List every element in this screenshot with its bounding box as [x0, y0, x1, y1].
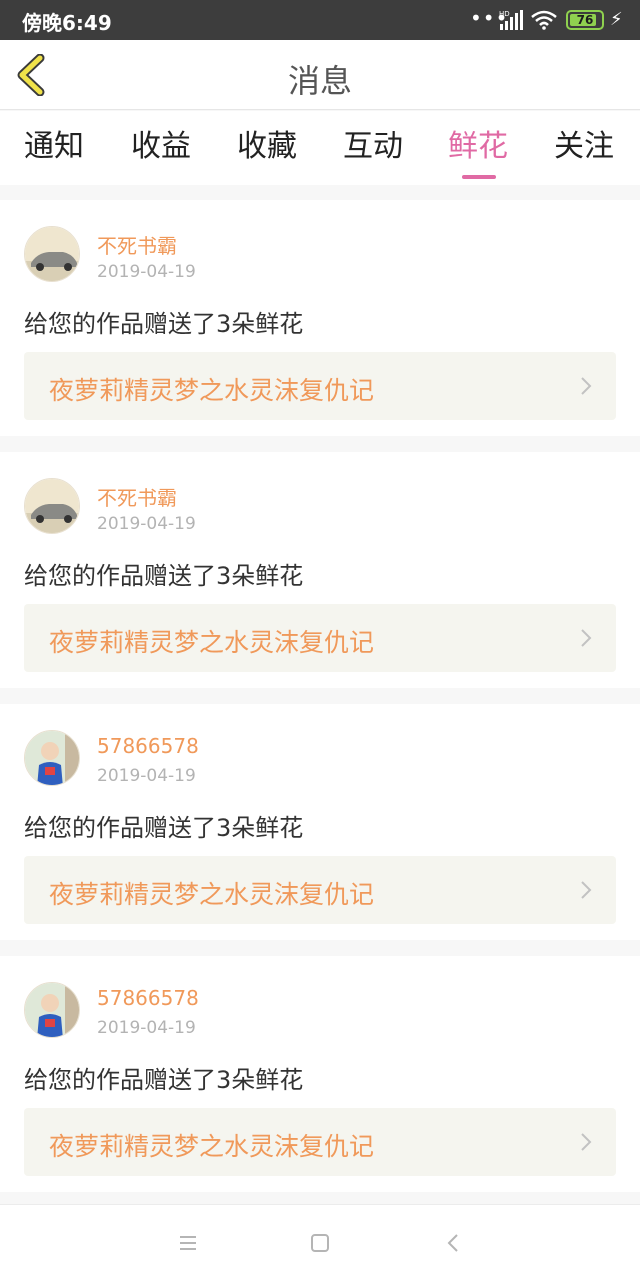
page-title: 消息 [287, 62, 352, 100]
chevron-right-icon [581, 629, 592, 647]
message-date: 2019-04-19 [97, 766, 196, 786]
work-title: 夜萝莉精灵梦之水灵沫复仇记 [49, 376, 375, 405]
list-item: 57866578 2019-04-19 给您的作品赠送了3朵鲜花 夜萝莉精灵梦之… [0, 956, 640, 1192]
top-bar: 消息 [0, 40, 640, 110]
avatar[interactable] [24, 226, 80, 282]
work-link[interactable]: 夜萝莉精灵梦之水灵沫复仇记 [24, 856, 616, 924]
tab-favorites[interactable]: 收藏 [227, 121, 307, 165]
message-date: 2019-04-19 [97, 514, 196, 534]
message-text: 给您的作品赠送了3朵鲜花 [24, 310, 304, 338]
car-avatar-icon [25, 479, 79, 533]
tab-flowers[interactable]: 鲜花 [438, 121, 518, 179]
chevron-right-icon [581, 377, 592, 395]
wifi-icon [531, 10, 557, 30]
avatar[interactable] [24, 478, 80, 534]
avatar[interactable] [24, 730, 80, 786]
home-square-icon[interactable] [308, 1231, 332, 1255]
username[interactable]: 57866578 [97, 734, 199, 758]
work-title: 夜萝莉精灵梦之水灵沫复仇记 [49, 1132, 375, 1161]
username[interactable]: 不死书霸 [97, 482, 177, 511]
status-time: 傍晚6:49 [22, 11, 112, 35]
tab-interaction[interactable]: 互动 [333, 121, 413, 165]
tab-follow[interactable]: 关注 [544, 121, 624, 165]
car-avatar-icon [25, 227, 79, 281]
list-item: 不死书霸 2019-04-19 给您的作品赠送了3朵鲜花 夜萝莉精灵梦之水灵沫复… [0, 200, 640, 436]
battery-icon: 76 [566, 10, 604, 30]
child-avatar-icon [25, 983, 79, 1037]
work-link[interactable]: 夜萝莉精灵梦之水灵沫复仇记 [24, 604, 616, 672]
message-date: 2019-04-19 [97, 262, 196, 282]
child-avatar-icon [25, 731, 79, 785]
list-item: 57866578 2019-04-19 给您的作品赠送了3朵鲜花 夜萝莉精灵梦之… [0, 704, 640, 940]
tab-notify[interactable]: 通知 [14, 121, 94, 165]
tab-flowers-label: 鲜花 [448, 129, 508, 164]
work-link[interactable]: 夜萝莉精灵梦之水灵沫复仇记 [24, 352, 616, 420]
list-item: 不死书霸 2019-04-19 给您的作品赠送了3朵鲜花 夜萝莉精灵梦之水灵沫复… [0, 452, 640, 688]
charging-icon: ⚡ [610, 9, 623, 30]
system-nav-bar [0, 1204, 640, 1280]
message-date: 2019-04-19 [97, 1018, 196, 1038]
message-text: 给您的作品赠送了3朵鲜花 [24, 1066, 304, 1094]
message-text: 给您的作品赠送了3朵鲜花 [24, 814, 304, 842]
hd-label: HD [499, 10, 510, 18]
status-bar: 傍晚6:49 ••• HD 76 ⚡ [0, 0, 640, 40]
menu-icon[interactable] [176, 1231, 200, 1255]
chevron-right-icon [581, 881, 592, 899]
tab-earnings[interactable]: 收益 [121, 121, 201, 165]
username[interactable]: 57866578 [97, 986, 199, 1010]
tab-active-indicator [462, 175, 496, 179]
work-title: 夜萝莉精灵梦之水灵沫复仇记 [49, 880, 375, 909]
avatar[interactable] [24, 982, 80, 1038]
battery-level: 76 [576, 13, 594, 27]
chevron-right-icon [581, 1133, 592, 1151]
work-title: 夜萝莉精灵梦之水灵沫复仇记 [49, 628, 375, 657]
signal-icon: HD [499, 10, 523, 30]
work-link[interactable]: 夜萝莉精灵梦之水灵沫复仇记 [24, 1108, 616, 1176]
back-triangle-icon[interactable] [442, 1231, 466, 1255]
message-text: 给您的作品赠送了3朵鲜花 [24, 562, 304, 590]
tab-bar: 通知 收益 收藏 互动 鲜花 关注 [0, 111, 640, 185]
username[interactable]: 不死书霸 [97, 230, 177, 259]
